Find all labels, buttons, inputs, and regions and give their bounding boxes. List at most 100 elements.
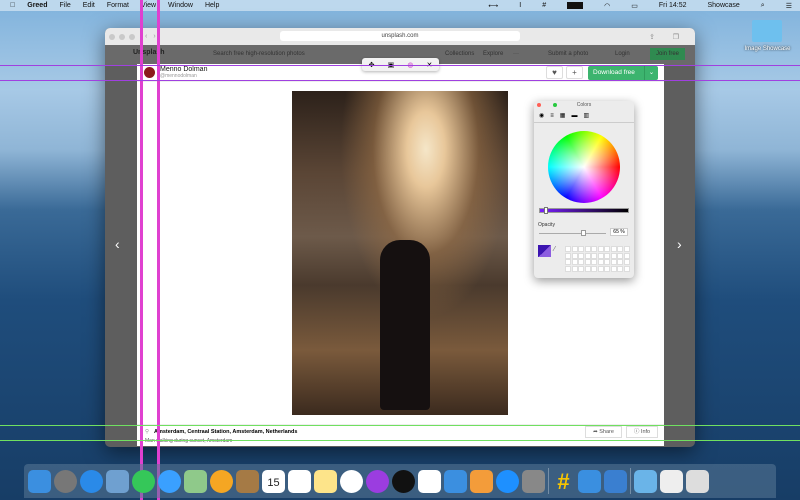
dock-simulator-icon[interactable]	[604, 469, 627, 493]
swatch-cell[interactable]	[597, 252, 604, 259]
dock-launchpad-icon[interactable]	[54, 469, 77, 493]
swatch-grid[interactable]	[565, 246, 630, 272]
color-wheel-tab-icon[interactable]: ◉	[539, 112, 544, 119]
swatch-cell[interactable]	[617, 252, 623, 259]
swatch-cell[interactable]	[584, 265, 591, 272]
swatch-cell[interactable]	[597, 259, 604, 265]
forward-icon[interactable]: ›	[153, 33, 155, 40]
swatch-cell[interactable]	[604, 259, 610, 265]
palettes-tab-icon[interactable]: ▦	[560, 112, 566, 119]
dock-pages-icon[interactable]	[470, 469, 493, 493]
opacity-slider[interactable]	[539, 233, 606, 234]
swatch-cell[interactable]	[610, 259, 617, 265]
swatch-cell[interactable]	[623, 252, 630, 259]
dock-contacts-icon[interactable]	[236, 469, 259, 493]
dock-podcasts-icon[interactable]	[366, 469, 389, 493]
dock-facetime-icon[interactable]	[132, 469, 155, 493]
swatch-cell[interactable]	[623, 265, 630, 272]
swatch-cell[interactable]	[584, 252, 591, 259]
dock-documents-icon[interactable]	[660, 469, 683, 493]
location-link[interactable]: Amsterdam, Centraal Station, Amsterdam, …	[154, 429, 297, 435]
notification-center-icon[interactable]: ☰	[786, 2, 792, 10]
dock-greed-icon[interactable]: #	[552, 470, 575, 493]
swatch-cell[interactable]	[565, 259, 571, 265]
author-name[interactable]: Menno Dolman	[160, 66, 207, 73]
search-input[interactable]: Search free high-resolution photos	[213, 51, 305, 57]
menu-format[interactable]: Format	[107, 2, 129, 9]
swatch-cell[interactable]	[591, 252, 597, 259]
avatar[interactable]	[144, 67, 155, 78]
eyedropper-icon[interactable]: ⁄	[554, 246, 555, 253]
address-bar[interactable]: unsplash.com	[280, 31, 520, 41]
tabs-icon[interactable]: ❐	[673, 33, 679, 41]
swatch-cell[interactable]	[597, 265, 604, 272]
swatch-cell[interactable]	[565, 246, 571, 252]
download-button[interactable]: Download free ⌄	[588, 66, 658, 80]
like-button[interactable]: ♥	[546, 66, 563, 79]
menu-file[interactable]: File	[59, 2, 70, 9]
swatch-cell[interactable]	[578, 252, 584, 259]
nav-explore[interactable]: Explore	[483, 51, 503, 57]
dock-notes-icon[interactable]	[314, 469, 337, 493]
join-button[interactable]: Join free	[650, 48, 686, 60]
zoom-panel-button[interactable]	[553, 103, 557, 107]
nav-more[interactable]: ···	[513, 51, 519, 57]
color-wheel[interactable]	[548, 131, 620, 203]
dock-downloads-icon[interactable]	[634, 469, 657, 493]
author-handle[interactable]: @mennodolman	[160, 73, 207, 80]
add-to-collection-button[interactable]: +	[566, 66, 583, 79]
back-icon[interactable]: ‹	[145, 33, 147, 40]
close-window-button[interactable]	[109, 33, 115, 40]
dock-messages-icon[interactable]	[158, 469, 181, 493]
resize-icon[interactable]: ⟷	[488, 2, 498, 10]
swatch-cell[interactable]	[578, 246, 584, 252]
spotlight-icon[interactable]: ⌕	[761, 2, 765, 10]
opacity-field[interactable]: 65 %	[610, 228, 628, 236]
login-link[interactable]: Login	[615, 51, 630, 57]
swatch-cell[interactable]	[571, 259, 578, 265]
dock-keynote-icon[interactable]	[444, 469, 467, 493]
swatch-cell[interactable]	[571, 265, 578, 272]
menu-edit[interactable]: Edit	[83, 2, 95, 9]
swatch-cell[interactable]	[571, 252, 578, 259]
menu-window[interactable]: Window	[168, 2, 193, 9]
menu-app[interactable]: Greed	[27, 2, 47, 9]
cursor-icon[interactable]: I	[519, 2, 521, 9]
submit-photo-button[interactable]: Submit a photo	[548, 51, 588, 57]
wifi-icon[interactable]: ◠	[604, 2, 610, 10]
dock-calendar-icon[interactable]: 15	[262, 469, 285, 493]
swatch-cell[interactable]	[610, 265, 617, 272]
swatch-cell[interactable]	[623, 259, 630, 265]
menu-view[interactable]: View	[141, 2, 156, 9]
swatch-cell[interactable]	[584, 246, 591, 252]
swatch-cell[interactable]	[610, 252, 617, 259]
dock-reminders-icon[interactable]	[288, 469, 311, 493]
status-block-icon[interactable]	[567, 2, 584, 9]
swatch-cell[interactable]	[571, 246, 578, 252]
swatch-cell[interactable]	[578, 259, 584, 265]
dock-maps-icon[interactable]	[184, 469, 207, 493]
brightness-slider[interactable]	[539, 207, 629, 214]
swatch-cell[interactable]	[604, 252, 610, 259]
image-palettes-tab-icon[interactable]: ▬	[571, 113, 577, 119]
swatch-cell[interactable]	[584, 259, 591, 265]
folder-icon[interactable]	[752, 20, 782, 42]
pencils-tab-icon[interactable]: ▥	[583, 112, 589, 119]
dock-safari-icon[interactable]	[80, 469, 103, 493]
swatch-cell[interactable]	[617, 259, 623, 265]
dock-tv-icon[interactable]	[392, 469, 415, 493]
dock-xcode-icon[interactable]	[578, 469, 601, 493]
swatch-cell[interactable]	[617, 246, 623, 252]
share-icon[interactable]: ⇪	[649, 33, 655, 41]
folder-label[interactable]: Image Showcase	[735, 46, 800, 52]
info-button[interactable]: ⓘ Info	[626, 426, 658, 438]
swatch-cell[interactable]	[591, 265, 597, 272]
dock-finder-icon[interactable]	[28, 469, 51, 493]
swatch-cell[interactable]	[617, 265, 623, 272]
clock[interactable]: Fri 14:52	[659, 2, 687, 9]
swatch-cell[interactable]	[565, 265, 571, 272]
swatch-cell[interactable]	[604, 246, 610, 252]
battery-icon[interactable]: ▭	[631, 2, 638, 10]
swatch-cell[interactable]	[591, 246, 597, 252]
chevron-down-icon[interactable]: ⌄	[644, 66, 658, 80]
